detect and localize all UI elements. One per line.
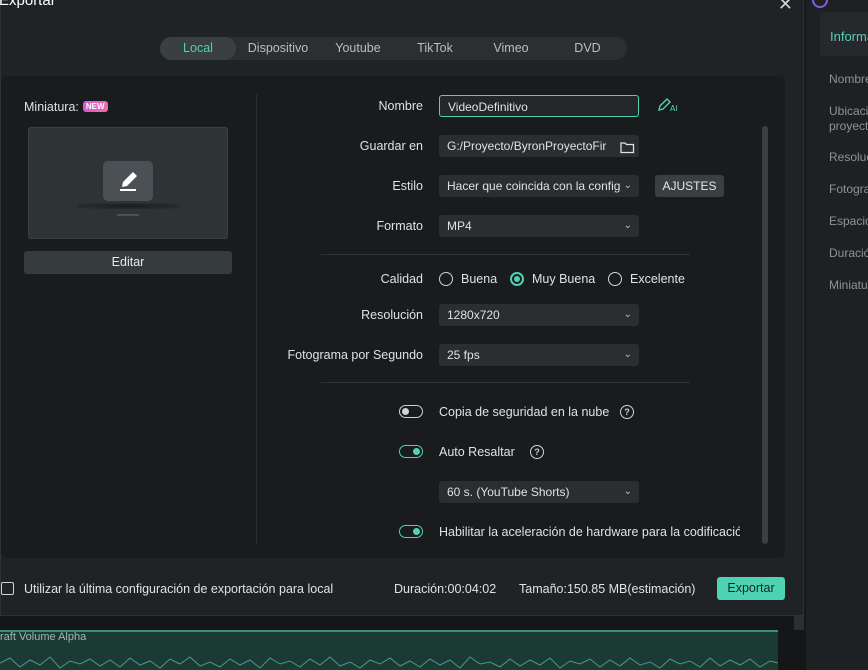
chevron-down-icon: ⌄	[623, 486, 632, 497]
tab-device[interactable]: Dispositivo	[236, 37, 320, 60]
resolution-value: 1280x720	[447, 308, 500, 322]
folder-icon[interactable]	[620, 139, 635, 157]
resolution-select[interactable]: 1280x720 ⌄	[439, 304, 639, 326]
settings-scrollbar[interactable]	[762, 126, 768, 544]
auto-highlight-toggle[interactable]	[399, 445, 423, 458]
tab-tiktok[interactable]: TikTok	[396, 37, 474, 60]
section-divider	[321, 382, 690, 383]
timeline-area: raft Volume Alpha	[0, 616, 806, 670]
edit-thumbnail-button[interactable]: Editar	[24, 251, 232, 274]
quality-very-good-label: Muy Buena	[532, 272, 596, 286]
thumbnail-label: Miniatura: NEW	[24, 100, 108, 114]
quality-radio-very-good[interactable]	[510, 272, 524, 286]
duration-text: Duración:00:04:02	[394, 582, 497, 596]
highlight-duration-select[interactable]: 60 s. (YouTube Shorts) ⌄	[439, 481, 639, 503]
hardware-acceleration-toggle[interactable]	[399, 525, 423, 538]
chevron-down-icon: ⌄	[623, 180, 632, 191]
size-text: Tamaño:150.85 MB(estimación)	[519, 582, 696, 596]
quality-radio-excellent[interactable]	[608, 272, 622, 286]
hardware-acceleration-label: Habilitar la aceleración de hardware par…	[439, 525, 740, 539]
fps-select[interactable]: 25 fps ⌄	[439, 344, 639, 366]
style-value: Hacer que coincida con la config	[447, 179, 621, 193]
pencil-icon	[103, 161, 153, 201]
save-location-label: Guardar en	[359, 139, 423, 153]
info-label-space: Espacio	[829, 214, 868, 228]
info-label-resolution: Resoluc	[829, 150, 868, 164]
tab-vimeo[interactable]: Vimeo	[474, 37, 548, 60]
quality-radio-good[interactable]	[439, 272, 453, 286]
thumbnail-dash	[117, 214, 139, 216]
save-location-value: G:/Proyecto/ByronProyectoFir	[447, 139, 607, 153]
audio-clip-label: raft Volume Alpha	[0, 631, 87, 643]
tab-dvd[interactable]: DVD	[548, 37, 627, 60]
info-label-duration: Duració	[829, 246, 868, 260]
format-label: Formato	[376, 219, 423, 233]
close-icon[interactable]: ✕	[778, 0, 793, 15]
auto-highlight-label: Auto Resaltar	[439, 445, 515, 459]
thumbnail-preview[interactable]	[28, 127, 228, 239]
dialog-scroll-handle[interactable]	[794, 616, 804, 630]
svg-text:AI: AI	[670, 104, 678, 113]
help-icon[interactable]: ?	[620, 405, 634, 419]
new-badge: NEW	[82, 101, 108, 112]
waveform	[0, 656, 778, 669]
export-dialog: Exportar ✕ Local Dispositivo Youtube Tik…	[0, 0, 804, 616]
tab-local[interactable]: Local	[160, 37, 236, 60]
reuse-settings-label: Utilizar la última configuración de expo…	[24, 582, 334, 596]
quality-good-label: Buena	[461, 272, 498, 286]
tab-info[interactable]: Informa	[820, 12, 868, 56]
resolution-label: Resolución	[361, 308, 423, 322]
chevron-down-icon: ⌄	[623, 309, 632, 320]
format-select[interactable]: MP4 ⌄	[439, 215, 639, 237]
tab-youtube[interactable]: Youtube	[320, 37, 396, 60]
chevron-down-icon: ⌄	[623, 349, 632, 360]
info-label-project: proyect	[829, 119, 868, 133]
tab-info-label: Informa	[830, 29, 868, 44]
info-label-framerate: Fotogra	[829, 182, 868, 196]
thumbnail-shadow	[77, 203, 181, 209]
info-side-panel: Informa Nombre Ubicaci proyect Resoluc F…	[806, 0, 868, 670]
style-label: Estilo	[392, 179, 423, 193]
fps-label: Fotograma por Segundo	[287, 348, 423, 362]
save-location-input[interactable]: G:/Proyecto/ByronProyectoFir	[439, 135, 639, 157]
help-icon[interactable]: ?	[530, 445, 544, 459]
chevron-down-icon: ⌄	[623, 220, 632, 231]
format-value: MP4	[447, 219, 472, 233]
reuse-settings-checkbox[interactable]	[1, 582, 14, 595]
info-label-thumbnail: Miniatu	[829, 278, 868, 292]
audio-clip[interactable]: raft Volume Alpha	[0, 630, 778, 670]
cloud-backup-toggle[interactable]	[399, 405, 423, 418]
info-label-name: Nombre	[829, 72, 868, 86]
quality-label: Calidad	[380, 272, 423, 286]
record-indicator	[812, 0, 828, 8]
name-label: Nombre	[378, 99, 423, 113]
ai-rename-icon[interactable]: AI	[657, 97, 679, 116]
info-label-location: Ubicaci	[829, 104, 868, 118]
export-button[interactable]: Exportar	[717, 577, 785, 600]
adjust-button[interactable]: AJUSTES	[655, 175, 724, 197]
section-divider	[321, 254, 690, 255]
name-input[interactable]: VideoDefinitivo	[439, 95, 639, 117]
fps-value: 25 fps	[447, 348, 480, 362]
highlight-duration-value: 60 s. (YouTube Shorts)	[447, 485, 570, 499]
quality-excellent-label: Excelente	[630, 272, 685, 286]
style-select[interactable]: Hacer que coincida con la config ⌄	[439, 175, 639, 197]
thumbnail-label-text: Miniatura:	[24, 100, 79, 114]
cloud-backup-label: Copia de seguridad en la nube	[439, 405, 610, 419]
export-tabs: Local Dispositivo Youtube TikTok Vimeo D…	[160, 37, 627, 60]
dialog-title: Exportar	[0, 0, 56, 9]
